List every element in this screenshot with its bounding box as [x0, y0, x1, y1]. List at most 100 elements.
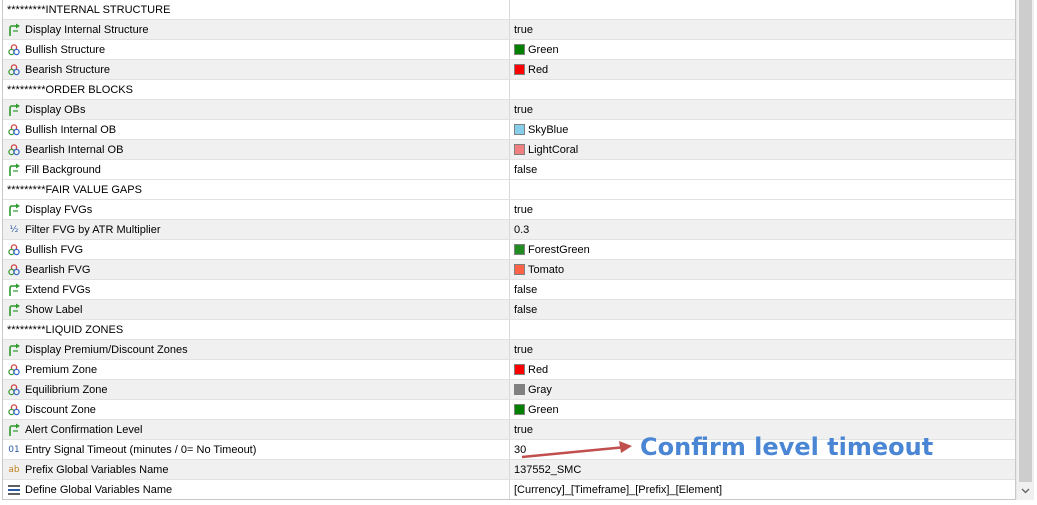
section-header-row[interactable]: *********FAIR VALUE GAPS [3, 180, 1015, 200]
parameter-value-cell[interactable]: true [510, 100, 1015, 119]
parameter-value-cell[interactable]: 0.3 [510, 220, 1015, 239]
parameter-row[interactable]: Equilibrium Zone Gray [3, 380, 1015, 400]
parameter-name-cell: Equilibrium Zone [3, 380, 510, 399]
parameter-value-cell[interactable]: true [510, 20, 1015, 39]
color-swatch [514, 124, 525, 135]
parameter-value: LightCoral [528, 143, 579, 156]
parameter-name-cell: Bullish FVG [3, 240, 510, 259]
color-palette-icon [7, 123, 21, 137]
parameter-name-cell: Display OBs [3, 100, 510, 119]
parameter-value-cell[interactable]: Gray [510, 380, 1015, 399]
parameter-value-cell[interactable]: LightCoral [510, 140, 1015, 159]
annotation-text: Confirm level timeout [640, 433, 934, 461]
parameter-label: Show Label [25, 303, 83, 316]
section-header-row[interactable]: *********ORDER BLOCKS [3, 80, 1015, 100]
parameter-label: *********LIQUID ZONES [7, 323, 124, 336]
parameter-label: Fill Background [25, 163, 101, 176]
color-palette-icon [7, 263, 21, 277]
parameter-name-cell: Display Premium/Discount Zones [3, 340, 510, 359]
parameter-value: ForestGreen [528, 243, 590, 256]
parameter-value: 0.3 [514, 223, 530, 236]
parameter-label: *********FAIR VALUE GAPS [7, 183, 142, 196]
parameter-value-cell[interactable]: false [510, 160, 1015, 179]
parameter-value-cell[interactable] [510, 180, 1015, 199]
parameter-label: Alert Confirmation Level [25, 423, 143, 436]
parameter-row[interactable]: Extend FVGs false [3, 280, 1015, 300]
section-header-row[interactable]: *********INTERNAL STRUCTURE [3, 0, 1015, 20]
parameter-row[interactable]: Bullish FVG ForestGreen [3, 240, 1015, 260]
scroll-down-button[interactable] [1017, 482, 1034, 500]
parameter-label: Extend FVGs [25, 283, 91, 296]
parameter-value-cell[interactable]: Red [510, 360, 1015, 379]
parameter-value-cell[interactable]: false [510, 280, 1015, 299]
parameter-value-cell[interactable] [510, 320, 1015, 339]
parameter-value-cell[interactable] [510, 80, 1015, 99]
parameter-name-cell: *********LIQUID ZONES [3, 320, 510, 339]
parameter-value: false [514, 303, 538, 316]
parameter-row[interactable]: Discount Zone Green [3, 400, 1015, 420]
parameter-value: SkyBlue [528, 123, 569, 136]
annotation-arrow-icon [521, 441, 632, 459]
parameter-row[interactable]: Show Label false [3, 300, 1015, 320]
parameter-row[interactable]: Display OBs true [3, 100, 1015, 120]
parameter-row[interactable]: Display FVGs true [3, 200, 1015, 220]
parameter-value-cell[interactable]: SkyBlue [510, 120, 1015, 139]
color-palette-icon [7, 403, 21, 417]
parameter-label: Filter FVG by ATR Multiplier [25, 223, 161, 236]
parameter-row[interactable]: Bullish Internal OB SkyBlue [3, 120, 1015, 140]
parameter-label: Display Internal Structure [25, 23, 149, 36]
parameter-row[interactable]: Bullish Structure Green [3, 40, 1015, 60]
color-swatch [514, 44, 525, 55]
scrollbar-thumb[interactable] [1019, 0, 1032, 482]
parameter-value: true [514, 203, 533, 216]
parameter-row[interactable]: Display Premium/Discount Zones true [3, 340, 1015, 360]
parameter-name-cell: Bearlish Internal OB [3, 140, 510, 159]
parameter-value-cell[interactable]: true [510, 200, 1015, 219]
parameter-row[interactable]: Fill Background false [3, 160, 1015, 180]
parameter-value: true [514, 23, 533, 36]
parameter-value-cell[interactable]: Red [510, 60, 1015, 79]
parameter-name-cell: Alert Confirmation Level [3, 420, 510, 439]
parameter-row[interactable]: Define Global Variables Name [Currency]_[… [3, 480, 1015, 499]
parameter-value-cell[interactable]: Tomato [510, 260, 1015, 279]
parameter-value: 137552_SMC [514, 463, 582, 476]
parameter-value: Red [528, 63, 549, 76]
color-palette-icon [7, 363, 21, 377]
color-swatch [514, 64, 525, 75]
parameter-row[interactable]: Display Internal Structure true [3, 20, 1015, 40]
bool-arrow-icon [7, 283, 21, 297]
parameter-value-cell[interactable]: [Currency]_[Timeframe]_[Prefix]_[Element… [510, 480, 1015, 499]
parameter-row[interactable]: Bearlish FVG Tomato [3, 260, 1015, 280]
color-palette-icon [7, 43, 21, 57]
parameter-name-cell: *********ORDER BLOCKS [3, 80, 510, 99]
parameter-label: Display OBs [25, 103, 86, 116]
section-header-row[interactable]: *********LIQUID ZONES [3, 320, 1015, 340]
parameter-value: Gray [528, 383, 552, 396]
parameter-label: Define Global Variables Name [25, 483, 173, 496]
parameter-name-cell: Define Global Variables Name [3, 480, 510, 499]
parameter-value-cell[interactable] [510, 0, 1015, 19]
parameter-value-cell[interactable]: true [510, 340, 1015, 359]
vertical-scrollbar[interactable] [1016, 0, 1034, 500]
parameter-value: true [514, 103, 533, 116]
color-swatch [514, 264, 525, 275]
parameter-label: *********ORDER BLOCKS [7, 83, 133, 96]
parameter-row[interactable]: Premium Zone Red [3, 360, 1015, 380]
bool-arrow-icon [7, 203, 21, 217]
parameter-value-cell[interactable]: false [510, 300, 1015, 319]
parameter-row[interactable]: ½ Filter FVG by ATR Multiplier 0.3 [3, 220, 1015, 240]
parameter-row[interactable]: Bearish Structure Red [3, 60, 1015, 80]
parameter-row[interactable]: Bearlish Internal OB LightCoral [3, 140, 1015, 160]
parameter-label: *********INTERNAL STRUCTURE [7, 3, 171, 16]
parameter-value: [Currency]_[Timeframe]_[Prefix]_[Element… [514, 483, 723, 496]
bool-arrow-icon [7, 23, 21, 37]
parameter-value-cell[interactable]: Green [510, 40, 1015, 59]
parameter-value: true [514, 343, 533, 356]
parameter-label: Bearish Structure [25, 63, 110, 76]
parameter-name-cell: Bullish Internal OB [3, 120, 510, 139]
parameter-name-cell: Fill Background [3, 160, 510, 179]
parameter-value-cell[interactable]: ForestGreen [510, 240, 1015, 259]
inputs-grid: *********INTERNAL STRUCTURE Display Inter… [2, 0, 1016, 500]
parameter-value-cell[interactable]: Green [510, 400, 1015, 419]
color-swatch [514, 364, 525, 375]
